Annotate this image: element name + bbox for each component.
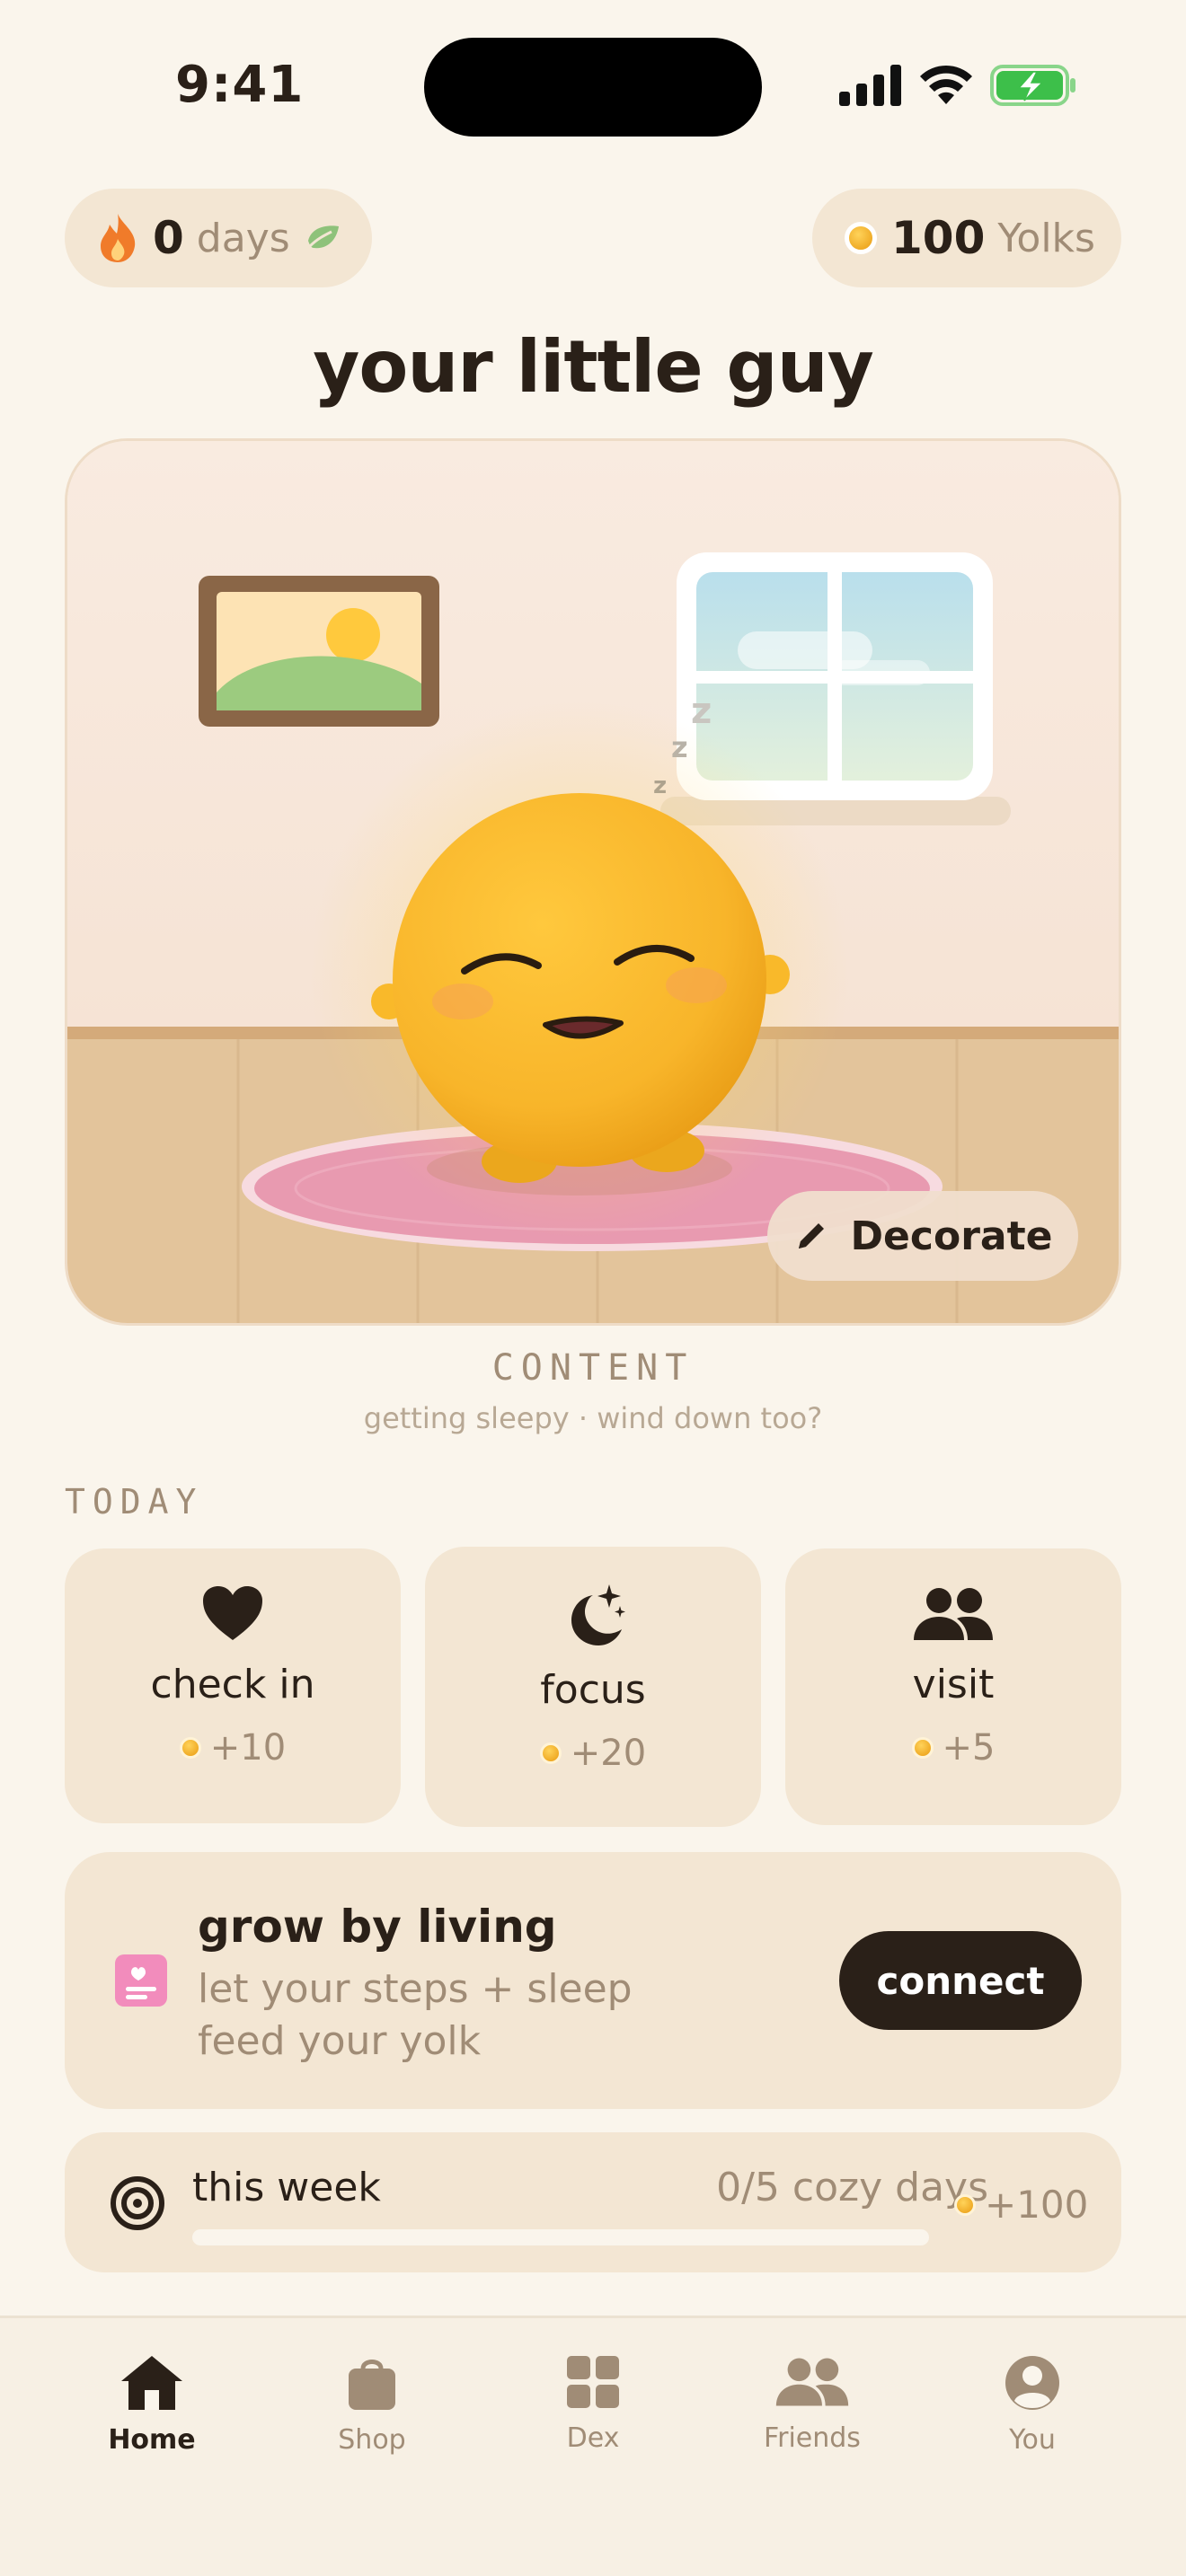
page-title: your little guy — [313, 325, 874, 409]
target-icon — [111, 2176, 164, 2230]
people-icon — [775, 2358, 849, 2406]
grow-title: grow by living — [198, 1901, 557, 1953]
tab-shop[interactable]: Shop — [282, 2354, 462, 2456]
yolk-balance-pill[interactable]: 100 Yolks — [812, 189, 1121, 287]
tab-home[interactable]: Home — [62, 2354, 242, 2456]
profile-icon — [1005, 2356, 1059, 2410]
streak-unit: days — [196, 215, 290, 261]
tab-label: Home — [108, 2424, 196, 2456]
bag-icon — [349, 2360, 395, 2410]
tab-you[interactable]: You — [943, 2354, 1122, 2456]
reward-value: +10 — [209, 1727, 287, 1769]
health-card-icon — [115, 1954, 167, 2007]
decorate-label: Decorate — [850, 1213, 1053, 1259]
mood-subtitle: getting sleepy · wind down too? — [363, 1401, 823, 1435]
yolk-coin-icon — [911, 1737, 934, 1759]
yolk-coin-icon — [179, 1737, 201, 1759]
cellular-signal-icon — [839, 65, 901, 106]
check-in-card[interactable]: check in +10 — [65, 1548, 401, 1823]
card-label: focus — [540, 1667, 646, 1713]
dynamic-island — [424, 38, 762, 137]
battery-charging-icon — [990, 65, 1075, 106]
card-reward: +10 — [179, 1727, 287, 1769]
yolk-coin-icon — [954, 2193, 976, 2216]
card-label: visit — [912, 1662, 995, 1707]
reward-value: +5 — [942, 1727, 996, 1769]
card-reward: +5 — [911, 1727, 996, 1769]
card-reward: +20 — [539, 1733, 647, 1774]
card-label: check in — [150, 1662, 315, 1707]
svg-text:z: z — [691, 691, 712, 732]
weekly-goal-card[interactable]: this week 0/5 cozy days +100 — [65, 2132, 1121, 2272]
grid-icon — [567, 2356, 619, 2408]
decorate-button[interactable]: Decorate — [767, 1191, 1078, 1281]
streak-pill[interactable]: 0 days — [65, 189, 372, 287]
week-title: this week — [192, 2165, 381, 2210]
moon-stars-icon — [571, 1584, 625, 1645]
visit-card[interactable]: visit +5 — [785, 1548, 1121, 1825]
yolk-amount: 100 — [891, 212, 986, 264]
wall-painting — [199, 576, 439, 727]
focus-card[interactable]: focus +20 — [425, 1547, 761, 1827]
connect-button[interactable]: connect — [839, 1931, 1082, 2030]
flame-icon — [101, 214, 136, 262]
week-progress-text: 0/5 cozy days — [716, 2165, 988, 2210]
today-heading: TODAY — [65, 1482, 204, 1522]
tab-label: Shop — [338, 2424, 406, 2456]
yolk-coin-icon — [539, 1742, 562, 1764]
yolk-coin-icon — [845, 222, 877, 254]
leaf-icon — [307, 225, 339, 249]
tab-dex[interactable]: Dex — [503, 2354, 683, 2454]
status-time: 9:41 — [175, 56, 305, 114]
tab-label: Dex — [566, 2422, 620, 2454]
tab-label: Friends — [764, 2422, 861, 2454]
pencil-icon — [798, 1223, 824, 1248]
reward-value: +20 — [570, 1733, 647, 1774]
grow-by-living-card: grow by living let your steps + sleep fe… — [65, 1852, 1121, 2109]
tab-label: You — [1009, 2424, 1056, 2456]
home-icon — [121, 2356, 182, 2410]
tab-friends[interactable]: Friends — [722, 2354, 902, 2454]
heart-icon — [203, 1586, 262, 1640]
wifi-icon — [920, 65, 972, 104]
mood-label: CONTENT — [491, 1347, 695, 1389]
tab-bar: Home Shop Dex Friends You — [0, 2316, 1186, 2576]
yolk-pet-character — [310, 701, 849, 1240]
yolk-unit: Yolks — [997, 215, 1095, 261]
week-progress-bar — [192, 2229, 929, 2245]
people-icon — [914, 1588, 993, 1640]
week-reward-value: +100 — [985, 2183, 1089, 2227]
streak-count: 0 — [153, 212, 184, 264]
week-reward: +100 — [954, 2183, 1088, 2227]
grow-subtitle: let your steps + sleep feed your yolk — [198, 1966, 633, 2064]
